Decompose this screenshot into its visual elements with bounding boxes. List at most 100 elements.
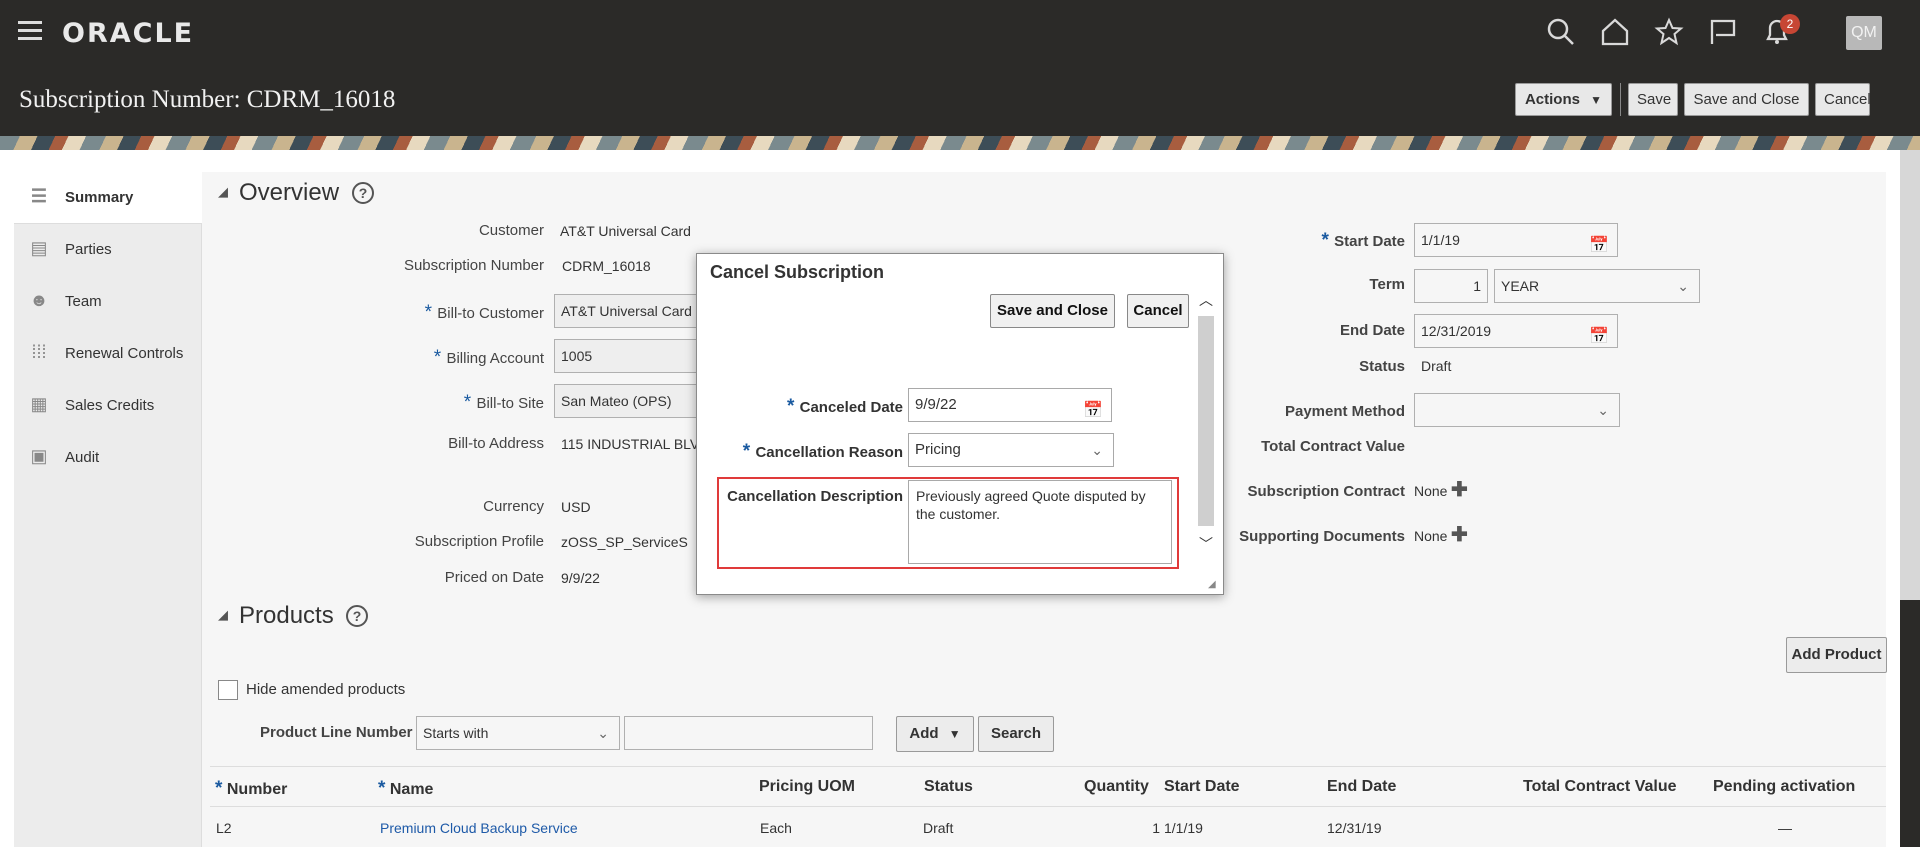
bill-to-site-label: * Bill-to Site	[463, 392, 544, 413]
product-line-search-input[interactable]	[624, 716, 873, 750]
save-and-close-button[interactable]: Save and Close	[1684, 83, 1809, 116]
toolbar-separator	[1620, 83, 1621, 116]
audit-icon: ▣	[30, 446, 48, 466]
add-menu-button[interactable]: Add ▼	[896, 716, 974, 752]
search-icon[interactable]	[1546, 17, 1576, 47]
add-document-plus-icon[interactable]: ✚	[1451, 522, 1468, 547]
cell-quantity: 1	[1152, 820, 1160, 836]
status-value: Draft	[1421, 358, 1452, 374]
priced-on-date-label: Priced on Date	[444, 569, 544, 586]
actions-menu-button[interactable]: Actions ▼	[1515, 83, 1612, 116]
calendar-icon[interactable]: 📅	[1083, 395, 1103, 427]
column-header-pending-activation[interactable]: Pending activation	[1713, 778, 1855, 796]
resize-grip-icon[interactable]: ◢	[1208, 579, 1216, 590]
overview-help-icon[interactable]: ?	[352, 182, 374, 204]
bill-to-customer-field[interactable]: AT&T Universal Card	[554, 294, 704, 328]
page-title: Subscription Number: CDRM_16018	[19, 86, 396, 113]
chevron-down-icon: ⌄	[1677, 278, 1689, 294]
product-name-link[interactable]: Premium Cloud Backup Service	[380, 820, 578, 836]
user-avatar[interactable]: QM	[1846, 16, 1882, 50]
chevron-down-icon: ⌄	[1091, 442, 1103, 458]
decorative-banner	[0, 136, 1920, 150]
operator-value: Starts with	[423, 725, 489, 741]
payment-method-select[interactable]: ⌄	[1414, 393, 1620, 427]
cancel-subscription-dialog: Cancel Subscription Save and Close Cance…	[696, 253, 1224, 595]
cancellation-description-textarea[interactable]: Previously agreed Quote disputed by the …	[908, 480, 1172, 564]
table-row[interactable]: L2 Premium Cloud Backup Service Each Dra…	[210, 808, 1886, 847]
list-icon: ☰	[30, 186, 48, 206]
cell-number: L2	[216, 820, 232, 836]
sidebar-item-renewal-controls[interactable]: ⁞⁞⁞ Renewal Controls	[14, 328, 202, 380]
billing-account-label: * Billing Account	[433, 347, 544, 368]
scroll-up-arrow-icon[interactable]: ︿	[1199, 290, 1213, 310]
sidebar-item-audit[interactable]: ▣ Audit	[14, 432, 202, 484]
canceled-date-field[interactable]: 9/9/22 📅	[908, 388, 1112, 422]
dialog-scrollbar[interactable]: ︿ ﹀	[1197, 290, 1215, 580]
cancellation-reason-select[interactable]: Pricing ⌄	[908, 433, 1114, 467]
collapse-products-icon[interactable]: ◢	[218, 607, 228, 623]
column-header-start-date[interactable]: Start Date	[1164, 778, 1240, 796]
customer-label: Customer	[478, 222, 544, 239]
sidebar-item-sales-credits[interactable]: ▦ Sales Credits	[14, 380, 202, 432]
subscription-profile-value: zOSS_SP_ServiceS	[561, 534, 688, 550]
column-header-status[interactable]: Status	[924, 778, 973, 796]
column-header-total-contract-value[interactable]: Total Contract Value	[1523, 778, 1677, 796]
overview-title: Overview	[239, 179, 340, 206]
cell-end-date: 12/31/19	[1327, 820, 1382, 836]
page-scrollbar-thumb[interactable]	[1900, 600, 1920, 847]
term-unit-select[interactable]: YEAR ⌄	[1494, 269, 1700, 303]
calendar-icon[interactable]: 📅	[1589, 321, 1609, 353]
hide-amended-checkbox[interactable]	[218, 680, 238, 700]
dialog-cancel-button[interactable]: Cancel	[1127, 294, 1189, 328]
cell-start-date: 1/1/19	[1164, 820, 1203, 836]
column-header-name[interactable]: * Name	[378, 778, 433, 800]
collapse-overview-icon[interactable]: ◢	[218, 184, 228, 200]
billing-account-field[interactable]: 1005	[554, 339, 704, 373]
scroll-down-arrow-icon[interactable]: ﹀	[1199, 534, 1213, 554]
subscription-profile-label: Subscription Profile	[414, 533, 544, 550]
sidebar-item-parties[interactable]: ▤ Parties	[14, 224, 202, 276]
bill-to-site-field[interactable]: San Mateo (OPS)	[554, 384, 704, 418]
cancellation-reason-value: Pricing	[915, 441, 961, 458]
sidebar-item-label: Team	[65, 293, 102, 310]
add-label: Add	[909, 725, 939, 742]
table-top-border	[210, 766, 1886, 767]
column-header-quantity[interactable]: Quantity	[1084, 778, 1149, 796]
dialog-title: Cancel Subscription	[710, 262, 885, 282]
sidebar-item-team[interactable]: ☻ Team	[14, 276, 202, 328]
add-product-button[interactable]: Add Product	[1786, 637, 1887, 673]
flag-icon[interactable]	[1708, 17, 1738, 47]
column-header-pricing-uom[interactable]: Pricing UOM	[759, 778, 855, 796]
canceled-date-value: 9/9/22	[915, 396, 957, 413]
end-date-field[interactable]: 12/31/2019 📅	[1414, 314, 1618, 348]
start-date-field[interactable]: 1/1/19 📅	[1414, 223, 1618, 257]
sidebar-item-summary[interactable]: ☰ Summary	[14, 172, 202, 224]
search-button[interactable]: Search	[978, 716, 1054, 752]
id-card-icon: ▤	[30, 238, 48, 258]
subscription-number-value: CDRM_16018	[562, 258, 651, 274]
add-contract-plus-icon[interactable]: ✚	[1451, 477, 1468, 502]
cell-pending-activation: —	[1778, 820, 1792, 836]
term-value-field[interactable]: 1	[1414, 269, 1488, 303]
products-help-icon[interactable]: ?	[346, 605, 368, 627]
dialog-scrollbar-thumb[interactable]	[1198, 316, 1214, 526]
sidebar: ☰ Summary ▤ Parties ☻ Team ⁞⁞⁞ Renewal C…	[14, 172, 202, 847]
start-date-label: * Start Date	[1321, 230, 1405, 251]
star-icon[interactable]	[1654, 17, 1684, 47]
home-icon[interactable]	[1600, 17, 1630, 47]
hamburger-menu-icon[interactable]	[18, 21, 42, 41]
calendar-icon[interactable]: 📅	[1589, 230, 1609, 262]
priced-on-date-value: 9/9/22	[561, 570, 600, 586]
canceled-date-label: * Canceled Date	[786, 396, 903, 417]
dialog-save-and-close-button[interactable]: Save and Close	[990, 294, 1115, 328]
column-header-number[interactable]: * Number	[215, 778, 287, 800]
save-button[interactable]: Save	[1628, 83, 1678, 116]
sidebar-item-label: Parties	[65, 241, 112, 258]
sidebar-item-label: Summary	[65, 189, 134, 206]
actions-label: Actions	[1524, 91, 1580, 108]
operator-select[interactable]: Starts with ⌄	[416, 716, 620, 750]
end-date-value: 12/31/2019	[1421, 323, 1492, 339]
sidebar-item-label: Sales Credits	[65, 397, 155, 414]
cancel-button[interactable]: Cancel	[1815, 83, 1871, 116]
column-header-end-date[interactable]: End Date	[1327, 778, 1396, 796]
